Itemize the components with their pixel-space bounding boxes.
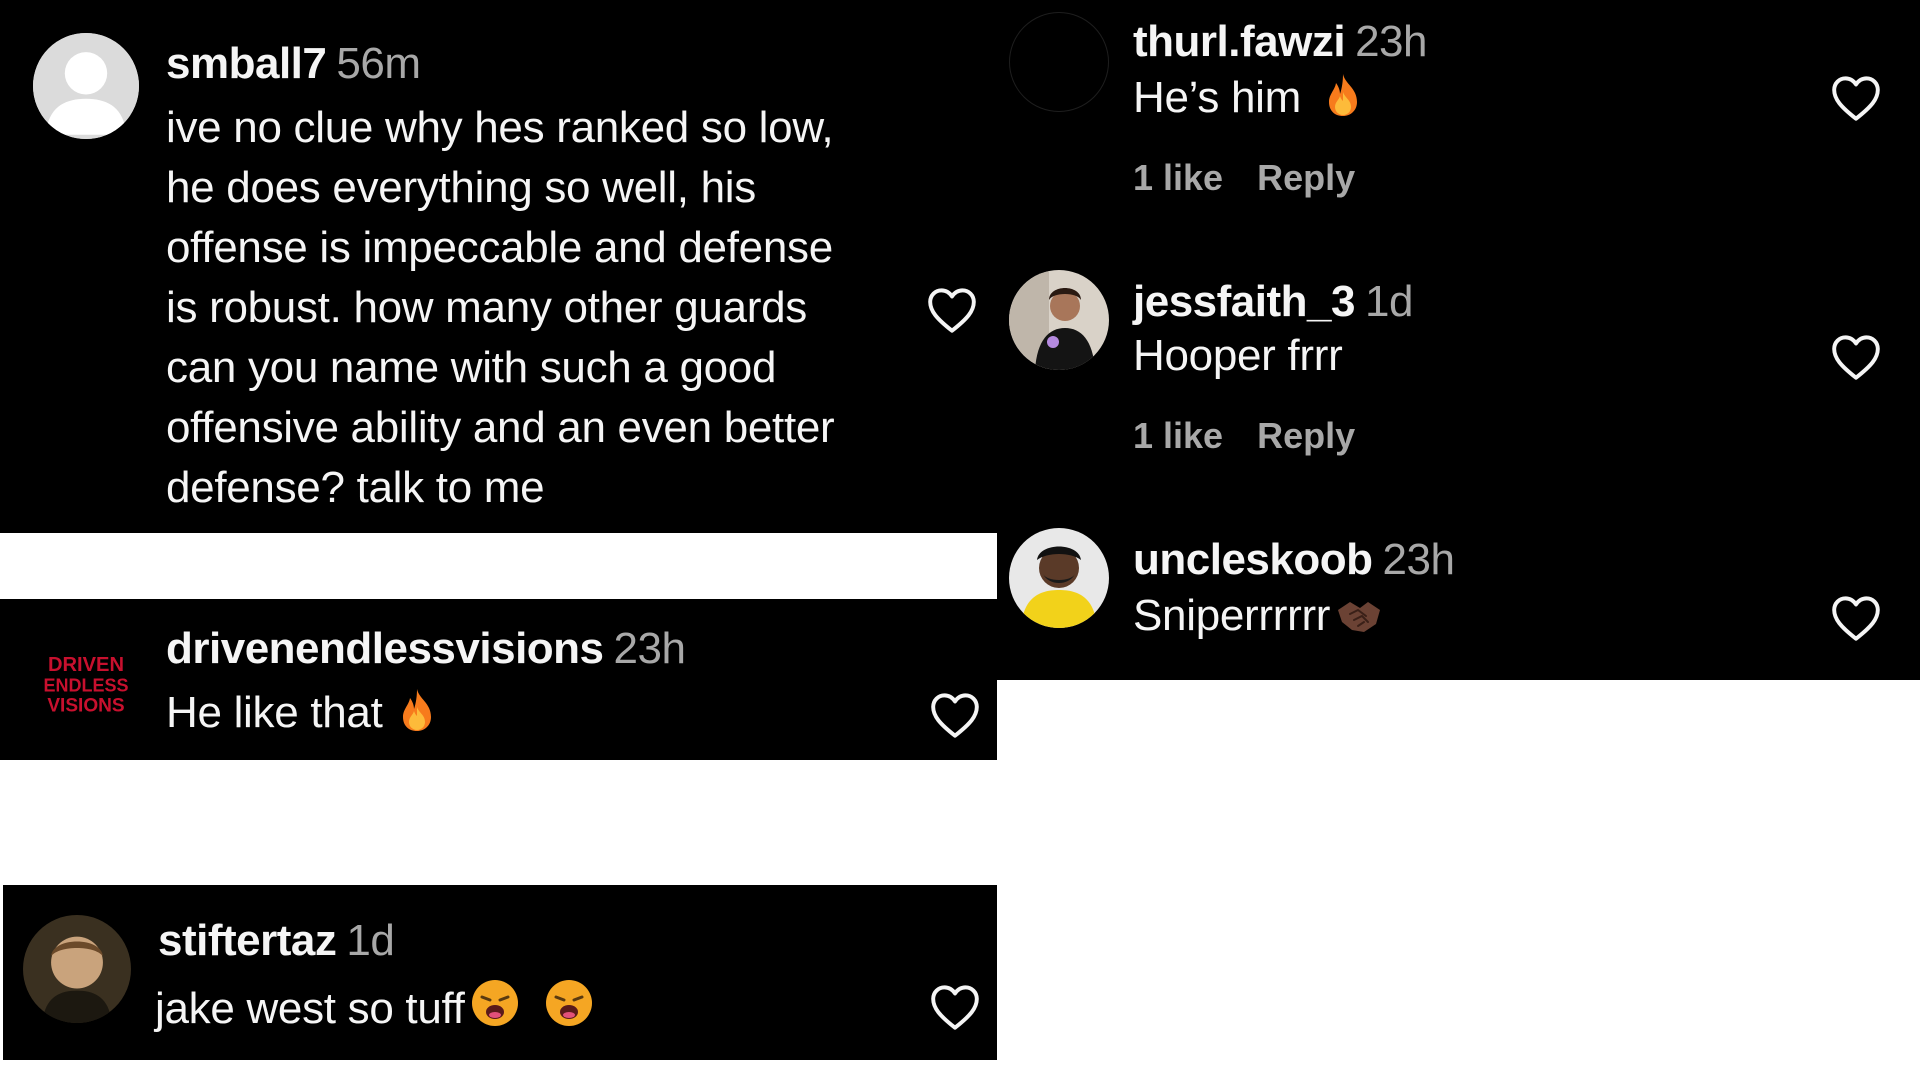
brand-logo-text-3: VISIONS: [47, 695, 124, 716]
comment-text: Sniperrrrrr: [1133, 586, 1382, 646]
comment-timestamp: 23h: [1355, 17, 1427, 66]
comment-text-line: he does everything so well, his: [166, 163, 756, 212]
like-heart-icon[interactable]: [928, 691, 982, 739]
weary-face-emoji: [543, 977, 595, 1029]
comment-text: He’s him: [1133, 68, 1363, 128]
blank-dark-avatar[interactable]: [1009, 12, 1109, 112]
comment-username[interactable]: thurl.fawzi: [1133, 17, 1346, 66]
like-heart-icon[interactable]: [1829, 74, 1883, 122]
comment-timestamp: 23h: [1382, 535, 1455, 584]
selfie-photo[interactable]: [1009, 270, 1109, 370]
comment-text-line: offensive ability and an even better: [166, 403, 835, 452]
portrait-photo[interactable]: [23, 915, 131, 1023]
like-heart-icon[interactable]: [1829, 594, 1883, 642]
comment-item: smball7 56m ive no clue why hes ranked so…: [0, 0, 997, 533]
comment-text: jake west so tuff: [155, 977, 595, 1039]
fire-emoji: [397, 687, 437, 733]
comment-text: Hooper frrr: [1133, 331, 1343, 380]
comment-username[interactable]: uncleskoob: [1133, 535, 1373, 584]
portrait-photo[interactable]: [1009, 528, 1109, 628]
reply-button[interactable]: Reply: [1257, 157, 1355, 198]
like-count[interactable]: 1 like: [1133, 415, 1223, 456]
weary-face-emoji: [469, 977, 521, 1029]
comment-text-line: defense? talk to me: [166, 463, 545, 512]
comment-username[interactable]: stiftertaz: [158, 916, 337, 965]
comment-timestamp: 56m: [336, 39, 421, 88]
comment-username[interactable]: smball7: [166, 39, 327, 88]
comment-username[interactable]: drivenendlessvisions: [166, 624, 604, 673]
fire-emoji: [1323, 72, 1363, 118]
brand-logo-text-1: DRIVEN: [48, 654, 124, 676]
comment-item: stiftertaz 1d jake west so tuff: [3, 885, 997, 1060]
comment-item: uncleskoob 23h Sniperrrrrr: [997, 520, 1920, 680]
like-heart-icon[interactable]: [925, 286, 979, 334]
comment-text-line: ive no clue why hes ranked so low,: [166, 103, 834, 152]
brand-logo[interactable]: DRIVEN ENDLESS VISIONS: [33, 633, 139, 739]
comment-timestamp: 1d: [346, 916, 395, 965]
comment-item: thurl.fawzi 23h He’s him 1 like Reply: [997, 0, 1920, 240]
like-heart-icon[interactable]: [1829, 333, 1883, 381]
default-profile-icon[interactable]: [33, 33, 139, 139]
brand-logo-text-2: ENDLESS: [43, 675, 128, 695]
comment-item: jessfaith_3 1d Hooper frrr 1 like Reply: [997, 260, 1920, 490]
comment-username[interactable]: jessfaith_3: [1133, 277, 1355, 326]
reply-button[interactable]: Reply: [1257, 415, 1355, 456]
comment-item: DRIVEN ENDLESS VISIONS drivenendlessvisi…: [0, 599, 997, 760]
comment-text: ive no clue why hes ranked so low, he do…: [166, 98, 926, 518]
comment-timestamp: 1d: [1364, 277, 1413, 326]
like-count[interactable]: 1 like: [1133, 157, 1223, 198]
handshake-emoji: [1336, 596, 1382, 636]
comment-text-line: is robust. how many other guards: [166, 283, 807, 332]
comment-timestamp: 23h: [613, 624, 686, 673]
like-heart-icon[interactable]: [928, 983, 982, 1031]
comment-text: He like that: [166, 683, 437, 743]
comment-text-line: can you name with such a good: [166, 343, 777, 392]
comment-text-line: offense is impeccable and defense: [166, 223, 833, 272]
